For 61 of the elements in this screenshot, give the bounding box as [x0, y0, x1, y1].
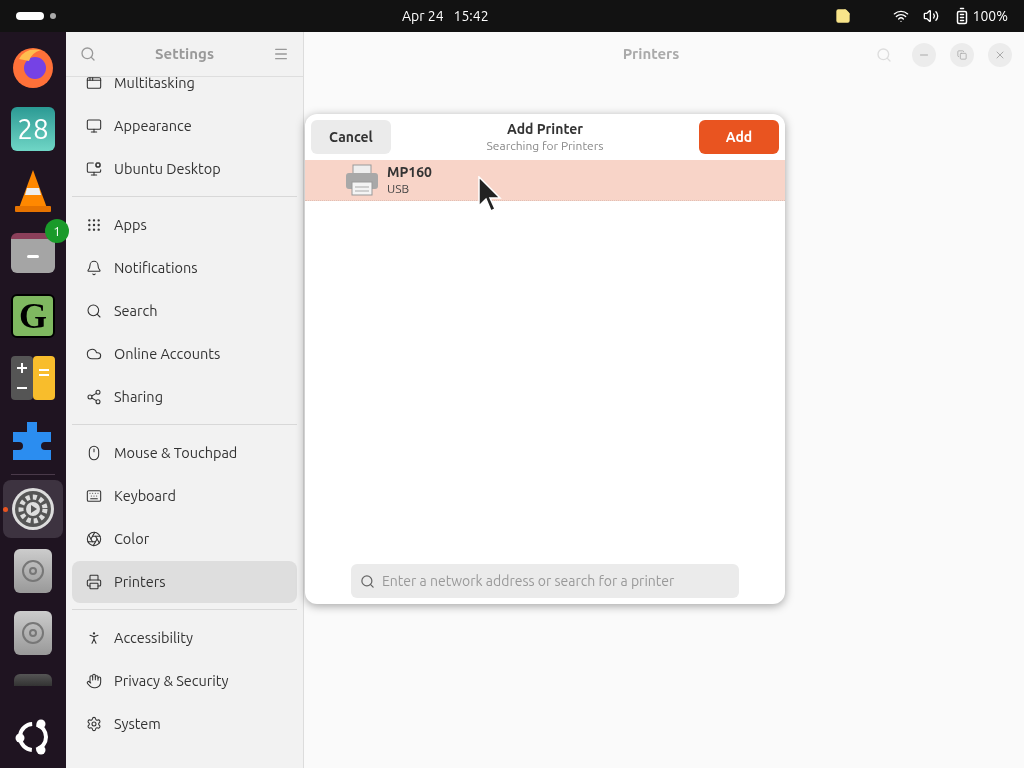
- sidebar-item[interactable]: Sharing: [72, 376, 297, 418]
- volume-icon[interactable]: [922, 8, 939, 24]
- window-icon: [86, 77, 102, 91]
- grid-icon: [86, 217, 102, 233]
- text-editor-icon[interactable]: G: [11, 293, 55, 338]
- page-title: Printers: [621, 44, 681, 65]
- printer-icon: [86, 574, 102, 590]
- printer-icon: [345, 164, 379, 196]
- sidebar-item[interactable]: Ubuntu Desktop: [72, 148, 297, 190]
- keyboard-icon: [86, 488, 102, 504]
- printer-connection: USB: [387, 181, 411, 197]
- browser-icon[interactable]: [11, 45, 55, 90]
- sidebar-item[interactable]: System: [72, 703, 297, 745]
- sidebar-item[interactable]: Accessibility: [72, 617, 297, 659]
- wifi-icon[interactable]: [892, 8, 909, 24]
- search-icon: [360, 574, 375, 589]
- printer-search-field[interactable]: Enter a network address or search for a printer: [351, 564, 739, 598]
- sidebar-item[interactable]: Privacy & Security: [72, 660, 297, 702]
- workspace-indicator[interactable]: [16, 12, 44, 20]
- folder-icon[interactable]: [11, 233, 55, 274]
- share-icon: [86, 389, 102, 405]
- sidebar-item[interactable]: Color: [72, 518, 297, 560]
- battery-percentage[interactable]: 100%: [972, 5, 1008, 27]
- gear-icon: [86, 716, 102, 732]
- date-label[interactable]: Apr 24: [401, 5, 444, 27]
- clock-label[interactable]: 15:42: [453, 5, 489, 27]
- monitor-icon: [86, 161, 102, 177]
- bell-icon: [86, 260, 102, 276]
- dialog-title: Add Printer: [506, 120, 584, 139]
- monitor-icon: [86, 118, 102, 134]
- color-circles-icon: [86, 531, 102, 547]
- printer-row[interactable]: MP160 USB: [305, 160, 785, 201]
- hand-icon: [86, 673, 102, 689]
- sidebar-item[interactable]: Apps: [72, 204, 297, 246]
- sidebar-item[interactable]: Search: [72, 290, 297, 332]
- sidebar-item[interactable]: Notifications: [72, 247, 297, 289]
- mouse-icon: [86, 445, 102, 461]
- printer-name: MP160: [387, 163, 432, 182]
- workspace-indicator[interactable]: [50, 13, 56, 19]
- search-icon[interactable]: [80, 46, 96, 62]
- disc-drive-icon[interactable]: [14, 611, 52, 656]
- sidebar-title: Settings: [154, 43, 215, 64]
- add-button[interactable]: Add: [699, 120, 779, 154]
- cloud-icon: [86, 346, 102, 362]
- calculator-icon[interactable]: [11, 355, 55, 400]
- disc-drive-icon[interactable]: [14, 549, 52, 594]
- restore-icon: [957, 49, 967, 60]
- sidebar-item[interactable]: Multitasking: [72, 77, 297, 104]
- gear-icon[interactable]: [10, 485, 56, 532]
- notification-badge: 1: [45, 219, 69, 244]
- sidebar-item[interactable]: Mouse & Touchpad: [72, 432, 297, 474]
- sidebar-item[interactable]: Keyboard: [72, 475, 297, 517]
- sidebar-item[interactable]: Online Accounts: [72, 333, 297, 375]
- person-icon: [86, 630, 102, 646]
- cancel-button[interactable]: Cancel: [311, 120, 391, 154]
- sidebar-item[interactable]: Printers: [72, 561, 297, 603]
- sidebar-item[interactable]: Appearance: [72, 105, 297, 147]
- note-icon[interactable]: [834, 8, 851, 24]
- dialog-subtitle: Searching for Printers: [486, 138, 604, 154]
- menu-icon[interactable]: [273, 46, 289, 62]
- search-icon: [86, 303, 102, 319]
